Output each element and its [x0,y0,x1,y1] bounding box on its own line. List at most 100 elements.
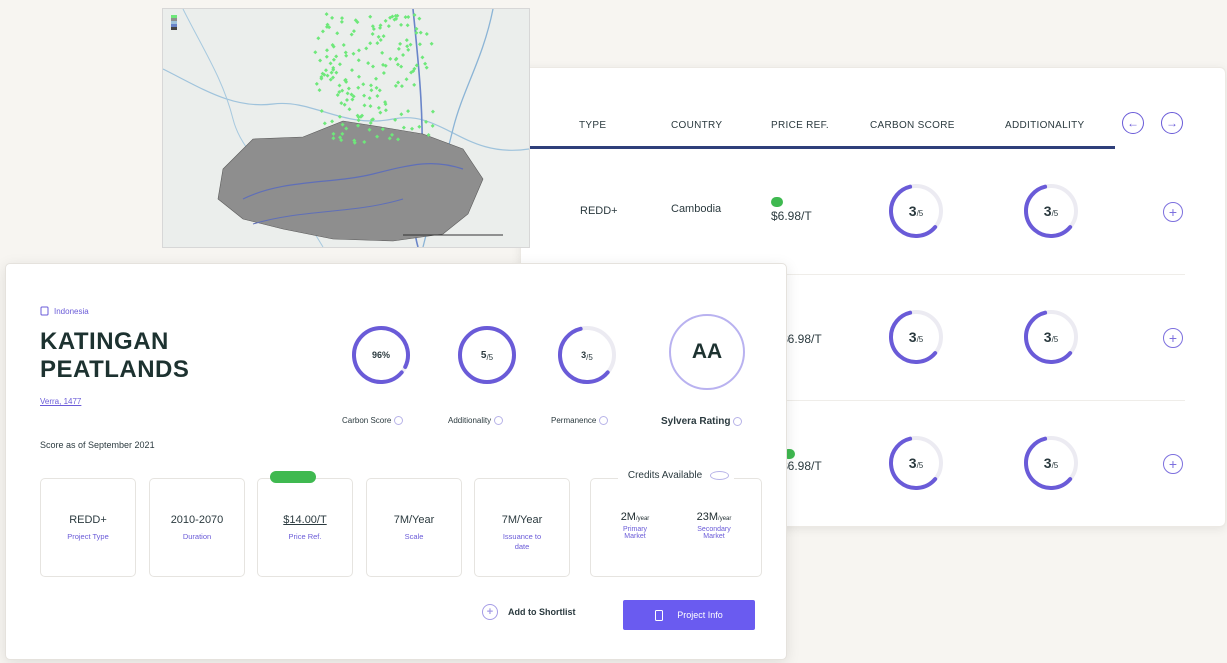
registry-link[interactable]: Verra, 1477 [40,397,81,406]
flag-icon [40,306,49,316]
add-to-shortlist-button[interactable]: + Add to Shortlist [482,604,576,620]
price-badge [771,197,783,207]
info-icon[interactable] [394,416,404,426]
row-additionality-ring: 3/5 [1022,308,1080,366]
row-price: $6.98/T [781,459,822,473]
project-info-label: Project Info [677,610,723,620]
info-icon[interactable] [710,470,730,480]
add-row-button[interactable]: + [1163,202,1183,222]
row-additionality-value: 3 [1043,203,1052,219]
secondary-market: 23M/year Secondary Market [677,511,751,540]
plus-icon: + [1168,456,1178,472]
next-columns-button[interactable]: → [1161,112,1183,134]
column-country[interactable]: COUNTRY [671,120,722,131]
row-carbon-score-value: 3 [908,203,917,219]
row-carbon-score-value: 3 [908,455,917,471]
carbon-score-value: 96% [371,350,390,360]
score-date: Score as of September 2021 [40,440,155,450]
map-legend [171,15,179,30]
document-icon [655,609,664,621]
column-additionality[interactable]: ADDITIONALITY [1005,120,1084,131]
additionality-ring: 5/5 [456,324,518,386]
price-badge [270,471,316,483]
price-ref-label: Price Ref. [288,532,322,541]
info-icon[interactable] [494,416,504,426]
column-carbon-score[interactable]: CARBON SCORE [870,120,955,131]
project-type-label: Project Type [67,532,109,541]
add-row-button[interactable]: + [1163,454,1183,474]
arrow-right-icon: → [1166,116,1178,130]
table-row[interactable]: REDD+ Cambodia $6.98/T 3/5 3/5 + [521,149,1225,275]
price-ref-box: $14.00/T Price Ref. [257,471,353,577]
primary-unit: /year [635,516,650,522]
permanence-unit: /5 [586,353,593,362]
column-price-ref[interactable]: PRICE REF. [771,120,829,131]
row-score-unit: /5 [916,209,924,218]
row-score-unit: /5 [1051,209,1059,218]
secondary-unit: /year [718,516,732,522]
row-additionality-ring: 3/5 [1022,434,1080,492]
project-map[interactable] [162,8,530,248]
additionality-unit: /5 [486,353,494,362]
plus-icon: + [482,604,498,620]
row-price: $6.98/T [781,332,822,346]
rating-label: Sylvera Rating [661,416,743,427]
credits-title: Credits Available [591,470,761,481]
issuance-box: 7M/Year Issuance to date [474,478,570,577]
project-info-button[interactable]: Project Info [623,600,755,630]
row-carbon-score-ring: 3/5 [887,434,945,492]
map-canvas [163,9,529,247]
permanence-label: Permanence [551,416,609,426]
row-carbon-score-ring: 3/5 [887,182,945,240]
table-header: TYPE COUNTRY PRICE REF. CARBON SCORE ADD… [521,68,1225,149]
row-carbon-score-ring: 3/5 [887,308,945,366]
carbon-score-label: Carbon Score [342,416,404,426]
plus-icon: + [1168,204,1178,220]
issuance-label: Issuance to date [502,532,542,551]
project-detail-card: Indonesia KATINGAN PEATLANDS Verra, 1477… [5,263,787,660]
row-additionality-value: 3 [1043,455,1052,471]
row-price: $6.98/T [771,209,812,223]
row-score-unit: /5 [1051,335,1059,344]
price-ref-value[interactable]: $14.00/T [258,514,352,526]
duration-value: 2010-2070 [170,514,224,526]
secondary-value: 23M [696,511,719,523]
rating-value: AA [691,340,723,363]
primary-market: 2M/year Primary Market [603,511,667,540]
duration-box: 2010-2070 Duration [149,478,245,577]
carbon-score-ring: 96% [350,324,412,386]
plus-icon: + [1168,330,1178,346]
secondary-label: Secondary Market [697,526,731,540]
project-title: KATINGAN PEATLANDS [40,328,189,384]
primary-value: 2M [620,511,636,523]
row-carbon-score-value: 3 [908,329,917,345]
credits-available-box: Credits Available 2M/year Primary Market… [590,470,762,577]
add-row-button[interactable]: + [1163,328,1183,348]
duration-label: Duration [182,532,212,541]
issuance-value: 7M/Year [501,514,543,526]
add-to-shortlist-label: Add to Shortlist [508,607,576,617]
project-title-line-1: KATINGAN [40,328,169,355]
scale-label: Scale [404,532,424,541]
prev-columns-button[interactable]: ← [1122,112,1144,134]
row-score-unit: /5 [916,461,924,470]
row-additionality-ring: 3/5 [1022,182,1080,240]
rating-badge: AA [669,314,745,390]
scale-box: 7M/Year Scale [366,478,462,577]
project-type-box: REDD+ Project Type [40,478,136,577]
row-additionality-value: 3 [1043,329,1052,345]
project-type-value: REDD+ [69,514,107,526]
arrow-left-icon: ← [1127,116,1139,130]
info-icon[interactable] [599,416,609,426]
project-title-line-2: PEATLANDS [40,356,190,383]
additionality-label: Additionality [448,416,504,426]
column-type[interactable]: TYPE [579,120,606,131]
row-type: REDD+ [580,205,618,217]
primary-label: Primary Market [622,526,648,540]
country-label: Indonesia [54,306,89,316]
row-score-unit: /5 [1051,461,1059,470]
info-icon[interactable] [733,416,743,426]
row-country: Cambodia [671,203,722,215]
row-score-unit: /5 [916,335,924,344]
permanence-ring: 3/5 [556,324,618,386]
